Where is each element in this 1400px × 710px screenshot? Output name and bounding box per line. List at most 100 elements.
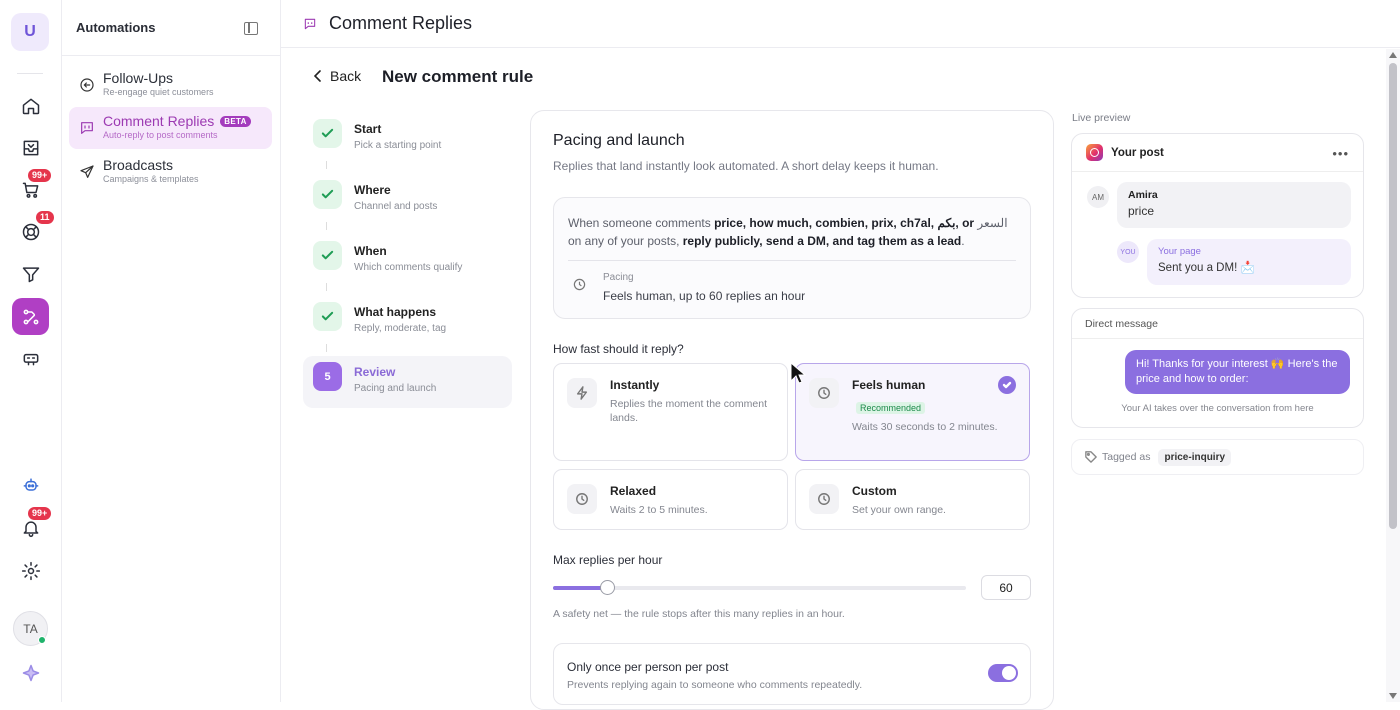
support-badge: 11	[35, 210, 55, 225]
sidebar-item-follow-ups[interactable]: Follow-Ups Re-engage quiet customers	[69, 64, 272, 106]
filter-icon[interactable]	[15, 258, 47, 290]
tag-preview: Tagged as price-inquiry	[1071, 439, 1364, 475]
section-subtitle: Replies that land instantly look automat…	[553, 159, 939, 173]
option-desc: Waits 30 seconds to 2 minutes.	[852, 421, 998, 433]
option-custom[interactable]: Custom Set your own range.	[795, 469, 1030, 530]
max-replies-hint: A safety net — the rule stops after this…	[553, 608, 845, 620]
online-status-dot	[38, 636, 46, 644]
max-replies-slider[interactable]	[553, 580, 966, 595]
option-instantly[interactable]: Instantly Replies the moment the comment…	[553, 363, 788, 461]
sidebar-item-sub: Re-engage quiet customers	[103, 87, 214, 97]
settings-icon[interactable]	[15, 555, 47, 587]
home-icon[interactable]	[15, 90, 47, 122]
reply-bubble: Your page Sent you a DM! 📩	[1147, 239, 1351, 285]
option-desc: Replies the moment the comment lands.	[610, 398, 767, 424]
step-sub: Which comments qualify	[354, 262, 463, 273]
step-when[interactable]: When Which comments qualify	[303, 235, 512, 287]
option-title: Custom	[852, 484, 897, 498]
tag-label: Tagged as	[1102, 451, 1151, 463]
collapse-sidebar-icon[interactable]	[244, 22, 258, 35]
speed-question: How fast should it reply?	[553, 342, 684, 356]
option-desc: Waits 2 to 5 minutes.	[610, 504, 708, 516]
tag-icon	[1085, 451, 1097, 463]
sidebar-item-sub: Campaigns & templates	[103, 174, 199, 184]
sidebar-item-sub: Auto-reply to post comments	[103, 130, 218, 140]
sidebar-item-broadcasts[interactable]: Broadcasts Campaigns & templates	[69, 151, 272, 193]
dm-preview-card: Direct message Hi! Thanks for your inter…	[1071, 308, 1364, 428]
option-title: Feels human	[852, 378, 926, 392]
live-preview-label: Live preview	[1072, 112, 1131, 124]
reply-text: Sent you a DM! 📩	[1158, 262, 1255, 274]
max-replies-input[interactable]: 60	[981, 575, 1031, 600]
once-sub: Prevents replying again to someone who c…	[567, 679, 863, 691]
rule-summary: When someone comments price, how much, c…	[553, 197, 1031, 319]
clock-icon	[809, 378, 839, 408]
dm-footer: Your AI takes over the conversation from…	[1121, 403, 1314, 414]
user-avatar[interactable]: TA	[13, 611, 48, 646]
step-sub: Reply, moderate, tag	[354, 323, 447, 334]
step-title: What happens	[354, 305, 437, 319]
automations-sidebar: Automations Follow-Ups Re-engage quiet c…	[62, 0, 281, 702]
commenter-avatar: AM	[1087, 186, 1109, 208]
instagram-icon	[1086, 144, 1103, 161]
step-where[interactable]: Where Channel and posts	[303, 174, 512, 226]
notifications-badge: 99+	[27, 506, 53, 521]
option-title: Relaxed	[610, 484, 657, 498]
follow-up-icon	[79, 77, 95, 93]
max-replies-label: Max replies per hour	[553, 553, 663, 567]
clock-icon	[573, 278, 586, 291]
summary-divider	[568, 260, 1016, 261]
option-feels-human[interactable]: Feels human Recommended Waits 30 seconds…	[795, 363, 1030, 461]
page-scrollbar[interactable]	[1386, 49, 1400, 702]
check-icon	[313, 302, 342, 331]
rail-divider	[17, 73, 43, 74]
section-title: Pacing and launch	[553, 132, 685, 149]
step-what-happens[interactable]: What happens Reply, moderate, tag	[303, 296, 512, 348]
sparkle-icon[interactable]	[15, 657, 47, 689]
send-icon	[79, 164, 95, 180]
slider-thumb[interactable]	[599, 580, 615, 595]
check-icon	[313, 119, 342, 148]
reply-author: Your page	[1158, 246, 1201, 257]
step-title: Review	[354, 365, 396, 379]
clock-icon	[567, 484, 597, 514]
post-title: Your post	[1111, 146, 1164, 159]
top-bar: Comment Replies	[281, 0, 1400, 48]
commenter-name: Amira	[1128, 189, 1158, 201]
back-button[interactable]: Back	[314, 68, 361, 84]
check-icon	[313, 180, 342, 209]
automations-icon[interactable]	[12, 298, 49, 335]
step-review[interactable]: 5 Review Pacing and launch	[303, 356, 512, 408]
option-relaxed[interactable]: Relaxed Waits 2 to 5 minutes.	[553, 469, 788, 530]
option-title: Instantly	[610, 378, 660, 392]
step-title: When	[354, 244, 387, 258]
pacing-card: Pacing and launch Replies that land inst…	[530, 110, 1054, 710]
tag-chip: price-inquiry	[1158, 448, 1232, 466]
step-connector	[326, 344, 327, 352]
inbox-icon[interactable]	[15, 132, 47, 164]
integrations-icon[interactable]	[15, 342, 47, 374]
step-start[interactable]: Start Pick a starting point	[303, 113, 512, 165]
post-preview-card: Your post ••• AM Amira price YOU Your pa…	[1071, 133, 1364, 298]
step-connector	[326, 161, 327, 169]
sidebar-item-label: Comment Replies	[103, 113, 215, 129]
sidebar-item-comment-replies[interactable]: Comment Replies BETA Auto-reply to post c…	[69, 107, 272, 149]
scroll-thumb[interactable]	[1389, 63, 1397, 529]
clock-icon	[809, 484, 839, 514]
selected-check-icon	[998, 376, 1016, 394]
step-connector	[326, 283, 327, 291]
once-title: Only once per person per post	[567, 660, 729, 674]
scroll-up-arrow[interactable]	[1389, 52, 1397, 58]
page-header-title: Comment Replies	[329, 13, 473, 33]
scroll-down-arrow[interactable]	[1389, 693, 1397, 699]
once-per-person-setting: Only once per person per post Prevents r…	[553, 643, 1031, 705]
chevron-left-icon	[314, 70, 321, 82]
more-options-icon[interactable]: •••	[1332, 146, 1349, 161]
step-connector	[326, 222, 327, 230]
once-toggle[interactable]	[988, 664, 1018, 682]
mouse-cursor-icon	[790, 362, 806, 384]
workspace-logo[interactable]: U	[11, 13, 49, 51]
ai-assistant-icon[interactable]	[15, 469, 47, 501]
pacing-value: Feels human, up to 60 replies an hour	[603, 289, 806, 303]
page-avatar: YOU	[1117, 241, 1139, 263]
